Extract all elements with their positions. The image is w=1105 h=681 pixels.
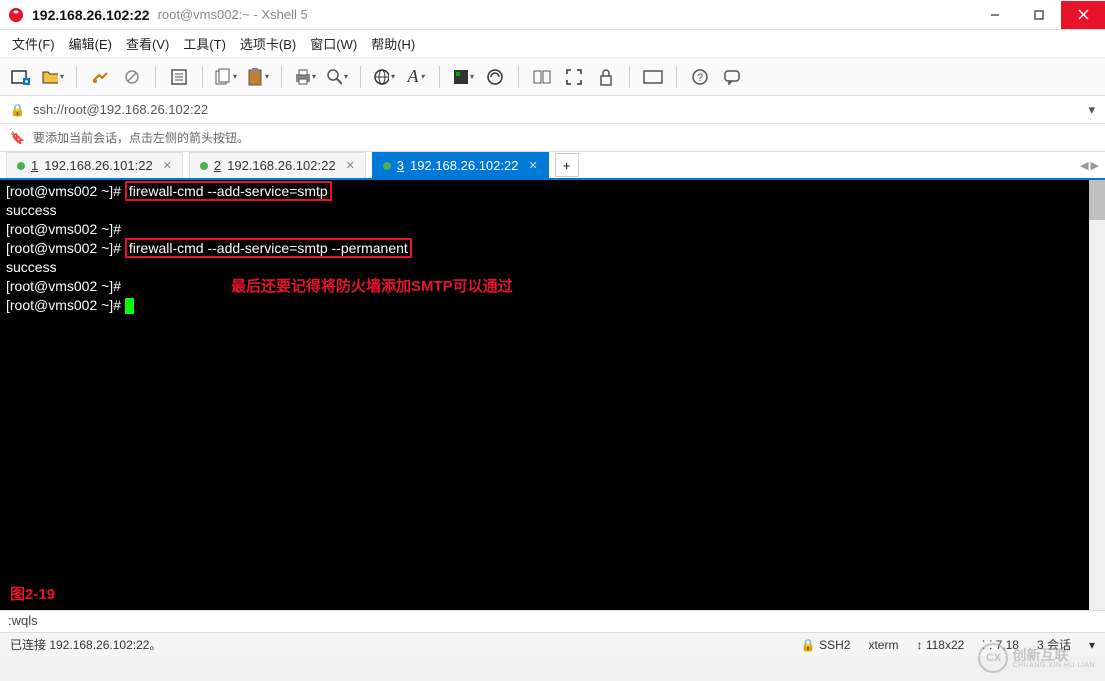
- prompt: [root@vms002 ~]#: [6, 240, 125, 256]
- find-icon[interactable]: [326, 66, 348, 88]
- scrollbar[interactable]: [1089, 180, 1105, 610]
- prompt-line: [root@vms002 ~]#: [6, 220, 1099, 239]
- lock-small-icon: 🔒: [10, 103, 25, 117]
- chat-icon[interactable]: [721, 66, 743, 88]
- new-session-icon[interactable]: [10, 66, 32, 88]
- tab-label: 192.168.26.102:22: [227, 158, 335, 173]
- tab-nav: ◀ ▶: [1080, 159, 1099, 172]
- separator: [439, 66, 440, 88]
- watermark-cn: 创新互联: [1012, 648, 1095, 662]
- menu-file[interactable]: 文件(F): [12, 34, 55, 53]
- svg-text:?: ?: [697, 72, 703, 84]
- tab-close-icon[interactable]: ✕: [163, 159, 172, 172]
- command-highlighted: firewall-cmd --add-service=smtp --perman…: [125, 238, 412, 258]
- separator: [360, 66, 361, 88]
- highlight-icon[interactable]: [484, 66, 506, 88]
- toolbar: A ?: [0, 58, 1105, 96]
- separator: [76, 66, 77, 88]
- color-scheme-icon[interactable]: [452, 66, 474, 88]
- bookmark-icon[interactable]: 🔖: [10, 131, 25, 145]
- window-subtitle: root@vms002:~ - Xshell 5: [158, 7, 308, 22]
- menu-tools[interactable]: 工具(T): [183, 34, 226, 53]
- status-dot-icon: [200, 162, 208, 170]
- command-highlighted: firewall-cmd --add-service=smtp: [125, 181, 332, 201]
- separator: [676, 66, 677, 88]
- keyboard-icon[interactable]: [642, 66, 664, 88]
- separator: [629, 66, 630, 88]
- status-dot-icon: [383, 162, 391, 170]
- lock-icon[interactable]: [595, 66, 617, 88]
- tab-number: 2: [214, 158, 221, 173]
- scrollbar-thumb[interactable]: [1089, 180, 1105, 220]
- output-line: success: [6, 258, 1099, 277]
- help-icon[interactable]: ?: [689, 66, 711, 88]
- infobar-text: 要添加当前会话，点击左侧的箭头按钮。: [33, 129, 249, 146]
- close-button[interactable]: [1061, 1, 1105, 29]
- terminal[interactable]: [root@vms002 ~]# firewall-cmd --add-serv…: [0, 180, 1105, 610]
- status-size: ↕ 118x22: [916, 638, 964, 652]
- menu-tabs[interactable]: 选项卡(B): [240, 34, 296, 53]
- tile-horizontal-icon[interactable]: [531, 66, 553, 88]
- separator: [281, 66, 282, 88]
- tab-number: 3: [397, 158, 404, 173]
- status-dot-icon: [17, 162, 25, 170]
- reconnect-icon[interactable]: [89, 66, 111, 88]
- menu-edit[interactable]: 编辑(E): [69, 34, 112, 53]
- menu-view[interactable]: 查看(V): [126, 34, 169, 53]
- watermark: CX 创新互联 CHUANG XIN HU LIAN: [978, 643, 1095, 673]
- prompt-line: [root@vms002 ~]#: [6, 297, 125, 313]
- output-line: success: [6, 201, 1099, 220]
- go-icon[interactable]: ▾: [1088, 102, 1095, 118]
- tab-session-1[interactable]: 1 192.168.26.101:22 ✕: [6, 152, 183, 178]
- tab-label: 192.168.26.102:22: [410, 158, 518, 173]
- fullscreen-icon[interactable]: [563, 66, 585, 88]
- tab-session-3[interactable]: 3 192.168.26.102:22 ✕: [372, 152, 549, 178]
- window-title: 192.168.26.102:22: [32, 7, 150, 23]
- tab-label: 192.168.26.101:22: [44, 158, 152, 173]
- annotation-text: 最后还要记得将防火墙添加SMTP可以通过: [231, 278, 513, 295]
- window-controls: [973, 1, 1105, 29]
- command-input-bar[interactable]: :wqls: [0, 610, 1105, 632]
- maximize-button[interactable]: [1017, 1, 1061, 29]
- tabbar: 1 192.168.26.101:22 ✕ 2 192.168.26.102:2…: [0, 152, 1105, 180]
- watermark-logo-icon: CX: [978, 643, 1008, 673]
- tab-next-icon[interactable]: ▶: [1091, 159, 1099, 172]
- status-protocol: 🔒 SSH2: [801, 638, 851, 652]
- open-session-icon[interactable]: [42, 66, 64, 88]
- prompt: [root@vms002 ~]#: [6, 183, 125, 199]
- titlebar: 192.168.26.102:22 root@vms002:~ - Xshell…: [0, 0, 1105, 30]
- font-icon[interactable]: A: [405, 66, 427, 88]
- disconnect-icon[interactable]: [121, 66, 143, 88]
- menubar: 文件(F) 编辑(E) 查看(V) 工具(T) 选项卡(B) 窗口(W) 帮助(…: [0, 30, 1105, 58]
- tab-session-2[interactable]: 2 192.168.26.102:22 ✕: [189, 152, 366, 178]
- properties-icon[interactable]: [168, 66, 190, 88]
- cursor: [125, 298, 134, 314]
- encoding-icon[interactable]: [373, 66, 395, 88]
- input-text: :wqls: [8, 613, 38, 628]
- tab-add-button[interactable]: +: [555, 153, 579, 177]
- separator: [155, 66, 156, 88]
- addressbar: 🔒 ssh://root@192.168.26.102:22 ▾: [0, 96, 1105, 124]
- status-connection: 已连接 192.168.26.102:22。: [10, 636, 161, 653]
- status-termtype: xterm: [868, 638, 898, 652]
- prompt-line: [root@vms002 ~]#: [6, 278, 121, 294]
- app-icon: [8, 7, 24, 23]
- statusbar: 已连接 192.168.26.102:22。 🔒 SSH2 xterm ↕ 11…: [0, 632, 1105, 656]
- separator: [202, 66, 203, 88]
- tab-prev-icon[interactable]: ◀: [1080, 159, 1088, 172]
- tab-close-icon[interactable]: ✕: [528, 159, 537, 172]
- tab-close-icon[interactable]: ✕: [346, 159, 355, 172]
- separator: [518, 66, 519, 88]
- figure-label: 图2-19: [10, 585, 55, 604]
- print-icon[interactable]: [294, 66, 316, 88]
- address-url[interactable]: ssh://root@192.168.26.102:22: [33, 102, 208, 117]
- menu-help[interactable]: 帮助(H): [371, 34, 415, 53]
- watermark-en: CHUANG XIN HU LIAN: [1012, 662, 1095, 669]
- paste-icon[interactable]: [247, 66, 269, 88]
- menu-window[interactable]: 窗口(W): [310, 34, 357, 53]
- copy-icon[interactable]: [215, 66, 237, 88]
- infobar: 🔖 要添加当前会话，点击左侧的箭头按钮。: [0, 124, 1105, 152]
- minimize-button[interactable]: [973, 1, 1017, 29]
- tab-number: 1: [31, 158, 38, 173]
